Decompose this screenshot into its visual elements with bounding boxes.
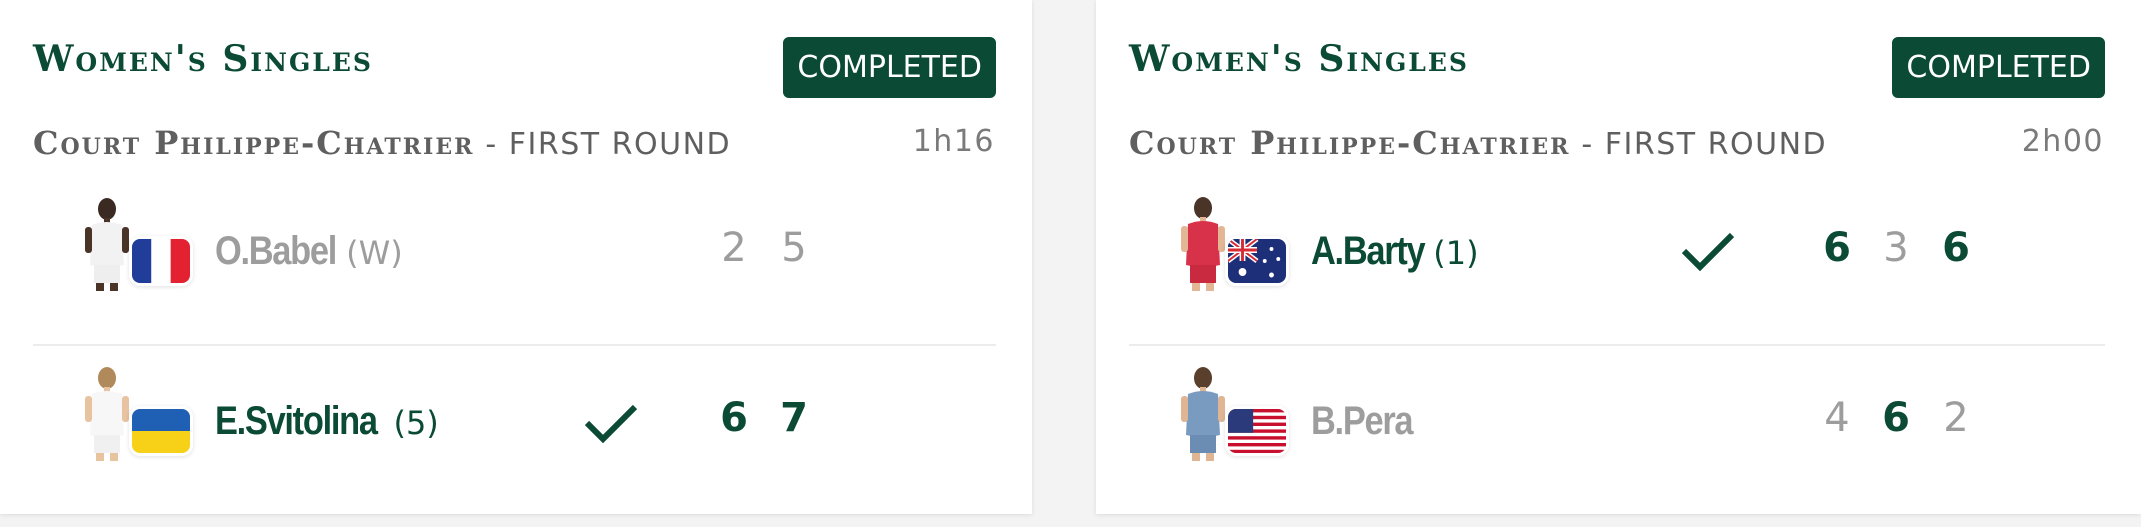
- set-score: 4: [1824, 395, 1850, 441]
- flag-france-icon: [132, 239, 190, 283]
- player-photo: [1176, 365, 1230, 461]
- match-category-title: Women's Singles: [33, 38, 373, 80]
- court-round-separator: -: [474, 127, 509, 162]
- court-round-separator: -: [1570, 127, 1605, 162]
- player-name[interactable]: E.Svitolina: [215, 399, 378, 444]
- match-category-title: Women's Singles: [1129, 38, 1469, 80]
- flag-usa-icon: [1228, 409, 1286, 453]
- player-row[interactable]: A.Barty (1) 6 3 6: [1096, 195, 2141, 305]
- court-name: Court Philippe-Chatrier: [33, 124, 475, 162]
- match-status-badge: COMPLETED: [1892, 37, 2105, 98]
- player-seed: (W): [346, 234, 403, 272]
- match-status-badge: COMPLETED: [783, 37, 996, 98]
- player-photo: [80, 365, 134, 461]
- set-score: 3: [1883, 225, 1909, 271]
- flag-australia-icon: [1228, 239, 1286, 283]
- player-photo: [1176, 195, 1230, 291]
- player-name[interactable]: O.Babel: [215, 229, 337, 274]
- match-duration: 2h00: [2021, 124, 2104, 159]
- round-label: FIRST ROUND: [1604, 127, 1828, 162]
- player-name-group: O.Babel (W): [215, 229, 403, 274]
- court-and-round: Court Philippe-Chatrier - FIRST ROUND: [1129, 124, 1827, 162]
- flag-ukraine-icon: [132, 409, 190, 453]
- set-score: 6: [720, 395, 748, 441]
- player-name[interactable]: B.Pera: [1311, 399, 1414, 444]
- set-score: 2: [1943, 395, 1969, 441]
- player-row[interactable]: O.Babel (W) 2 5: [0, 195, 1032, 305]
- set-score: 6: [1882, 395, 1910, 441]
- player-row[interactable]: B.Pera 4 6 2: [1096, 365, 2141, 475]
- match-duration: 1h16: [912, 124, 995, 159]
- match-card-barty-pera[interactable]: Women's Singles COMPLETED Court Philippe…: [1096, 0, 2141, 514]
- player-seed: (1): [1433, 234, 1479, 272]
- player-seed: (5): [393, 404, 439, 442]
- court-name: Court Philippe-Chatrier: [1129, 124, 1571, 162]
- player-name-group: E.Svitolina (5): [215, 399, 439, 444]
- player-row[interactable]: E.Svitolina (5) 6 7: [0, 365, 1032, 475]
- player-photo: [80, 195, 134, 291]
- set-score: 6: [1942, 225, 1970, 271]
- row-divider: [33, 344, 996, 346]
- player-name-group: A.Barty (1): [1311, 229, 1479, 274]
- set-score: 7: [780, 395, 808, 441]
- set-score: 6: [1823, 225, 1851, 271]
- court-and-round: Court Philippe-Chatrier - FIRST ROUND: [33, 124, 731, 162]
- player-name[interactable]: A.Barty: [1311, 229, 1426, 274]
- set-score: 5: [781, 225, 807, 271]
- row-divider: [1129, 344, 2105, 346]
- round-label: FIRST ROUND: [508, 127, 732, 162]
- match-card-babel-svitolina[interactable]: Women's Singles COMPLETED Court Philippe…: [0, 0, 1032, 514]
- set-score: 2: [721, 225, 747, 271]
- player-name-group: B.Pera: [1311, 399, 1419, 444]
- winner-checkmark-icon: [1680, 229, 1736, 273]
- winner-checkmark-icon: [583, 401, 639, 445]
